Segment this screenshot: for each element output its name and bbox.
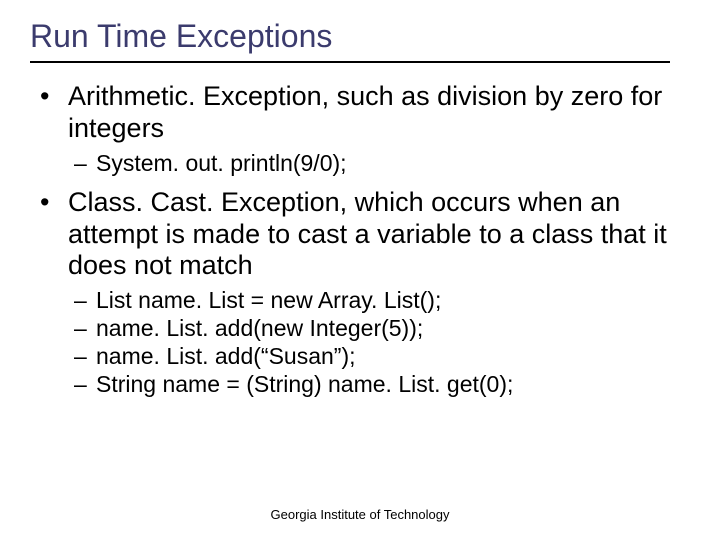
- bullet-text: Class. Cast. Exception, which occurs whe…: [68, 187, 667, 281]
- slide: Run Time Exceptions Arithmetic. Exceptio…: [0, 0, 720, 540]
- list-item: String name = (String) name. List. get(0…: [74, 370, 690, 398]
- list-item: Arithmetic. Exception, such as division …: [40, 81, 690, 177]
- sub-bullet-text: name. List. add(“Susan”);: [96, 343, 356, 369]
- list-item: name. List. add(“Susan”);: [74, 342, 690, 370]
- sub-list: System. out. println(9/0);: [68, 149, 690, 177]
- sub-bullet-text: name. List. add(new Integer(5));: [96, 315, 423, 341]
- list-item: List name. List = new Array. List();: [74, 286, 690, 314]
- list-item: name. List. add(new Integer(5));: [74, 314, 690, 342]
- bullet-list: Arithmetic. Exception, such as division …: [30, 81, 690, 399]
- sub-bullet-text: String name = (String) name. List. get(0…: [96, 371, 513, 397]
- sub-bullet-text: System. out. println(9/0);: [96, 150, 347, 176]
- sub-bullet-text: List name. List = new Array. List();: [96, 287, 441, 313]
- list-item: Class. Cast. Exception, which occurs whe…: [40, 187, 690, 399]
- footer-text: Georgia Institute of Technology: [0, 507, 720, 522]
- list-item: System. out. println(9/0);: [74, 149, 690, 177]
- slide-title: Run Time Exceptions: [30, 18, 670, 63]
- bullet-text: Arithmetic. Exception, such as division …: [68, 81, 662, 143]
- sub-list: List name. List = new Array. List(); nam…: [68, 286, 690, 398]
